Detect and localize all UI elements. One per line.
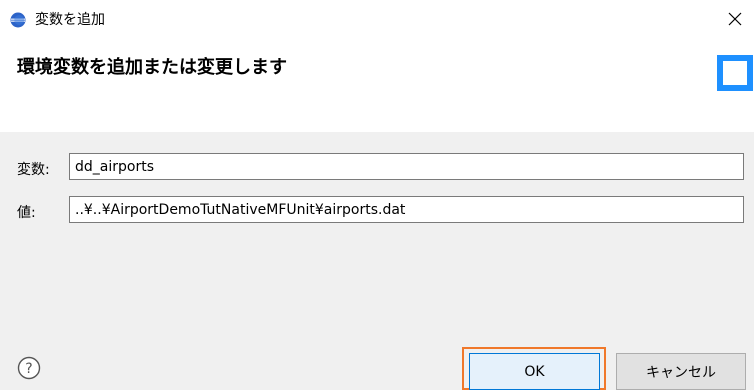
cancel-button[interactable]: キャンセル [616,353,746,390]
variable-value-input[interactable] [69,196,744,223]
variable-name-input[interactable] [69,153,744,180]
close-button[interactable] [718,4,752,34]
variable-label: 変数: [17,162,50,178]
window-title: 変数を追加 [35,12,105,28]
add-variable-dialog: 変数を追加 環境変数を追加または変更します 変数: 値: ? OK キャンセル [0,0,754,390]
dialog-heading: 環境変数を追加または変更します [17,57,287,78]
ok-button[interactable]: OK [469,353,600,390]
dialog-banner-icon [712,50,754,92]
close-icon [728,12,742,26]
help-glyph: ? [25,361,32,377]
eclipse-icon [10,12,26,28]
help-icon[interactable]: ? [17,356,41,380]
value-label: 値: [17,205,36,221]
title-bar: 変数を追加 [0,0,754,40]
